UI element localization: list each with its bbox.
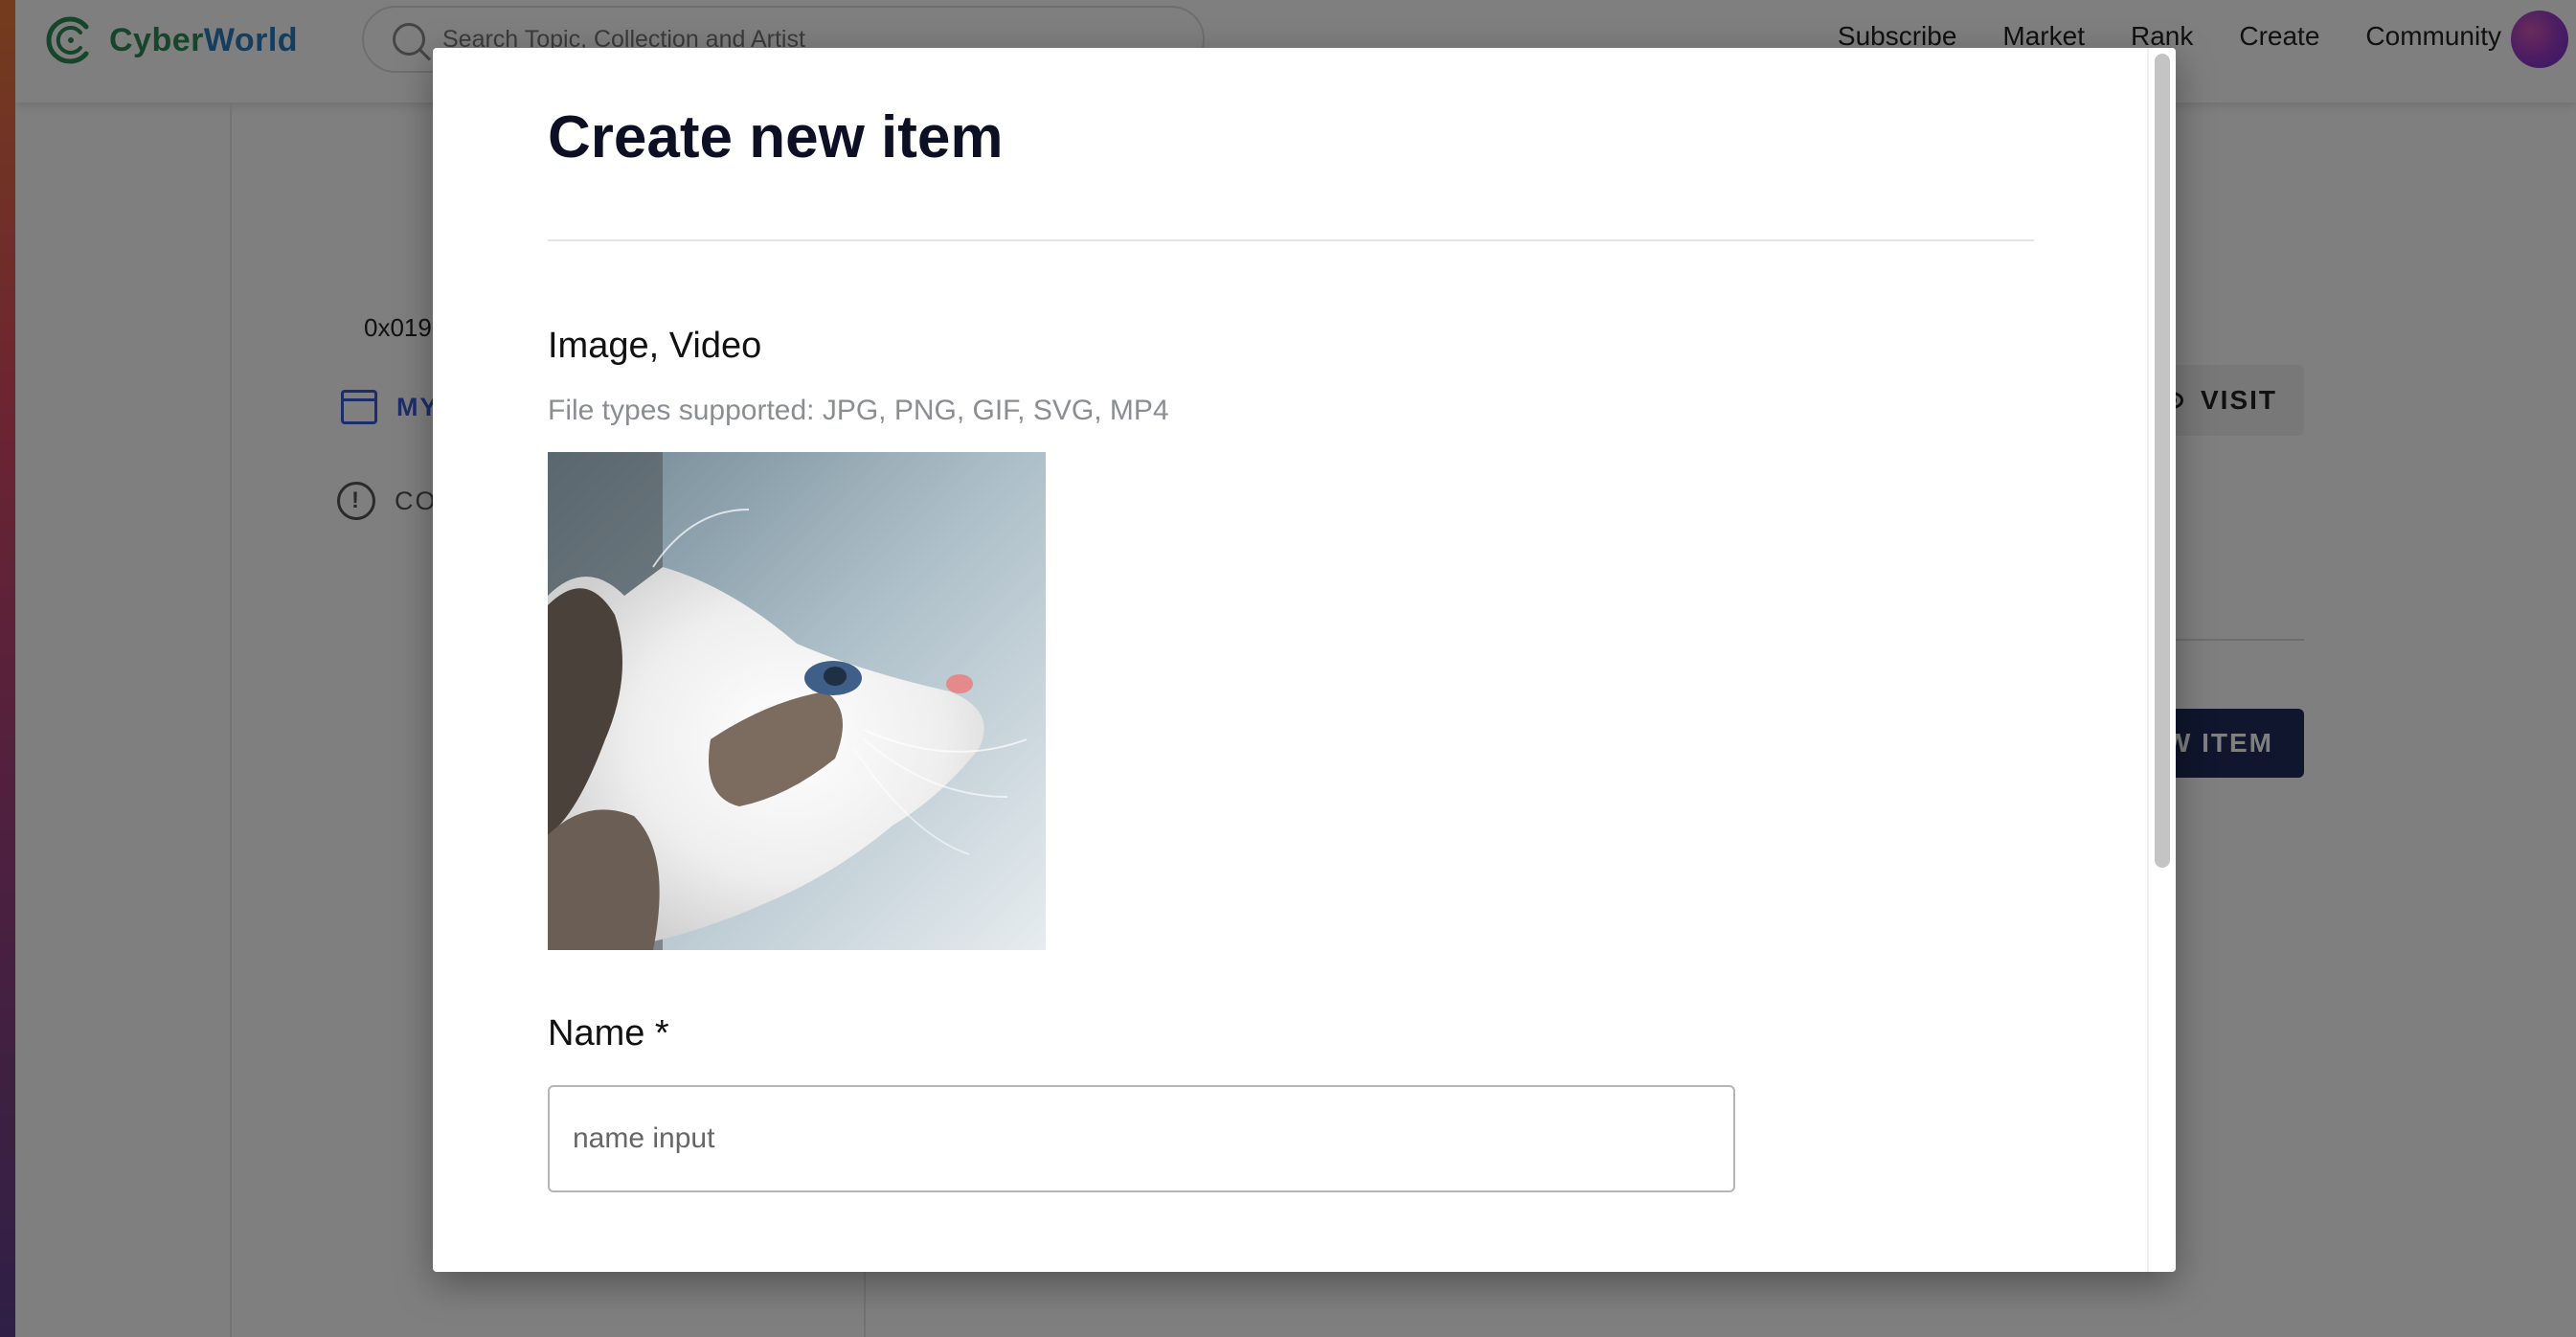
divider (548, 239, 2034, 241)
file-types-hint: File types supported: JPG, PNG, GIF, SVG… (548, 395, 1169, 426)
create-item-modal: Create new item Image, Video File types … (433, 48, 2176, 1272)
scrollbar-thumb[interactable] (2155, 54, 2170, 868)
modal-scrollbar[interactable] (2147, 48, 2176, 1272)
name-label: Name * (548, 1013, 669, 1054)
modal-title: Create new item (548, 104, 1004, 170)
name-input[interactable] (548, 1085, 1735, 1192)
media-label: Image, Video (548, 326, 762, 366)
cat-photo (548, 452, 1046, 950)
image-preview[interactable] (548, 452, 1046, 950)
